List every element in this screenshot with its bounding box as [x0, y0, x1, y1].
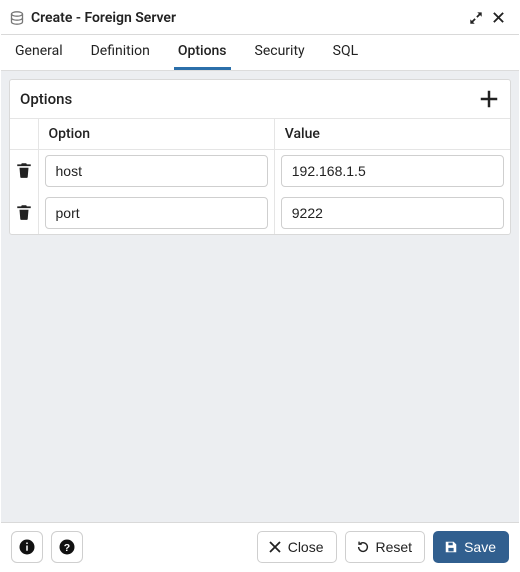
info-button[interactable]: [11, 531, 43, 563]
tab-label: Options: [178, 43, 227, 59]
options-panel-title: Options: [20, 90, 72, 108]
dialog-title: Create - Foreign Server: [31, 10, 465, 26]
save-icon: [444, 540, 458, 554]
add-option-button[interactable]: [478, 88, 500, 110]
tab-label: General: [15, 43, 63, 59]
tab-definition[interactable]: Definition: [87, 35, 154, 70]
save-button[interactable]: Save: [433, 531, 509, 563]
dialog-body: Options Option Value: [1, 71, 519, 522]
table-row: [10, 150, 510, 193]
tab-general[interactable]: General: [11, 35, 67, 70]
close-button[interactable]: Close: [257, 531, 337, 563]
help-button[interactable]: ?: [51, 531, 83, 563]
close-button-label: Close: [288, 539, 324, 555]
header-close-button[interactable]: [487, 7, 509, 29]
svg-text:?: ?: [64, 542, 70, 554]
save-button-label: Save: [464, 539, 496, 555]
server-icon: [9, 10, 25, 26]
options-grid: Option Value: [10, 119, 510, 234]
options-panel-header: Options: [10, 80, 510, 119]
column-header-option: Option: [38, 119, 274, 150]
reset-button-label: Reset: [376, 539, 413, 555]
column-header-value: Value: [274, 119, 510, 150]
trash-icon: [15, 203, 33, 221]
tab-sql[interactable]: SQL: [329, 35, 362, 70]
expand-button[interactable]: [465, 7, 487, 29]
expand-icon: [469, 11, 483, 25]
reset-button[interactable]: Reset: [345, 531, 426, 563]
tab-label: Security: [255, 43, 305, 59]
close-icon: [268, 540, 282, 554]
option-value-input[interactable]: [281, 197, 504, 229]
plus-icon: [478, 88, 500, 110]
trash-icon: [15, 161, 33, 179]
dialog-footer: ? Close Reset Save: [1, 522, 519, 571]
table-row: [10, 192, 510, 234]
info-icon: [18, 537, 36, 557]
tab-options[interactable]: Options: [174, 35, 231, 70]
column-header-action: [10, 119, 38, 150]
tab-label: SQL: [333, 43, 358, 59]
options-panel: Options Option Value: [9, 79, 511, 235]
tab-security[interactable]: Security: [251, 35, 309, 70]
option-name-input[interactable]: [45, 155, 268, 187]
option-name-input[interactable]: [45, 197, 268, 229]
option-value-input[interactable]: [281, 155, 504, 187]
delete-row-button[interactable]: [13, 159, 35, 181]
tab-label: Definition: [91, 43, 150, 59]
help-icon: ?: [58, 537, 76, 557]
reset-icon: [356, 540, 370, 554]
close-icon: [492, 11, 505, 24]
delete-row-button[interactable]: [13, 201, 35, 223]
tab-bar: General Definition Options Security SQL: [1, 35, 519, 71]
dialog-header: Create - Foreign Server: [1, 1, 519, 35]
create-foreign-server-dialog: Create - Foreign Server General Definiti…: [0, 0, 520, 572]
